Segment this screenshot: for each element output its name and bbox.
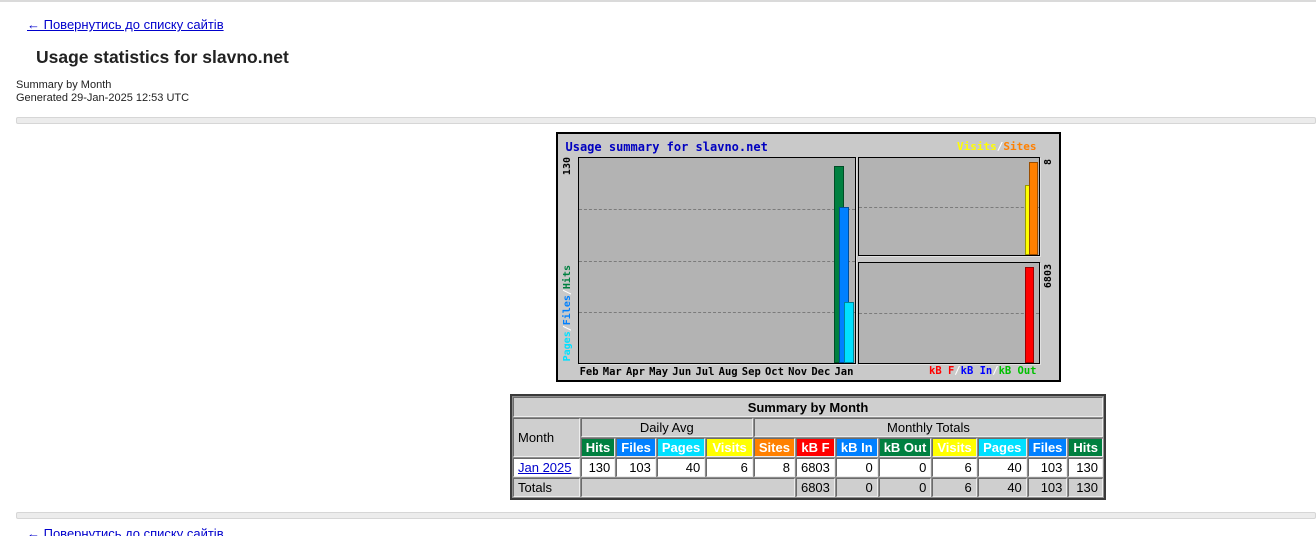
gridline (579, 312, 855, 313)
legend-kbf-label: kB F (929, 365, 954, 377)
month-label: Jun (670, 366, 693, 378)
bar-sites (1029, 162, 1038, 255)
cell-avg-files: 103 (616, 458, 656, 477)
month-link[interactable]: Jan 2025 (518, 460, 572, 475)
table-title: Summary by Month (513, 397, 1103, 417)
month-label: Oct (763, 366, 786, 378)
generated-timestamp: Generated 29-Jan-2025 12:53 UTC (16, 92, 1316, 105)
summary-by-month-caption: Summary by Month (16, 79, 1316, 92)
col-header-kbin: kB In (836, 438, 878, 457)
axis-slash: / (562, 325, 573, 331)
graph-title: Usage summary for slavno.net (566, 140, 768, 154)
kbytes-legend: kB F/kB In/kB Out (929, 365, 1037, 377)
usage-summary-graph: Usage summary for slavno.net Visits/Site… (556, 132, 1061, 382)
monthly-totals-group-header: Monthly Totals (754, 418, 1103, 437)
back-to-site-list-link-bottom[interactable]: ← Повернутись до списку сайтів (27, 526, 224, 536)
totals-label: Totals (513, 478, 580, 497)
y-axis-max-main: 130 (562, 157, 574, 175)
month-label: Feb (578, 366, 601, 378)
total-kbf: 6803 (796, 478, 835, 497)
cell-kbout: 0 (879, 458, 932, 477)
col-header-sites: Sites (754, 438, 795, 457)
legend-sites-label: Sites (1003, 140, 1036, 153)
cell-avg-visits: 6 (706, 458, 753, 477)
legend-kbout-label: kB Out (999, 365, 1037, 377)
axis-slash: / (562, 289, 573, 295)
cell-hits: 130 (1068, 458, 1103, 477)
month-column-header: Month (513, 418, 580, 457)
legend-visits-label: Visits (957, 140, 997, 153)
cell-files: 103 (1028, 458, 1068, 477)
top-divider (16, 117, 1316, 124)
month-label: Aug (717, 366, 740, 378)
table-row-jan-2025: Jan 2025 130 103 40 6 8 6803 0 0 6 40 10… (513, 458, 1103, 477)
visits-sites-plot (858, 157, 1040, 256)
y-axis-max-sites: 8 (1043, 159, 1055, 165)
col-header-files: Files (616, 438, 656, 457)
cell-avg-hits: 130 (581, 458, 616, 477)
month-label: Nov (786, 366, 809, 378)
month-label: Dec (809, 366, 832, 378)
month-label: Jul (693, 366, 716, 378)
cell-kbin: 0 (836, 458, 878, 477)
bottom-divider (16, 512, 1316, 519)
col-header-pages-total: Pages (978, 438, 1027, 457)
gridline (859, 207, 1039, 208)
month-axis: FebMarAprMayJunJulAugSepOctNovDecJan (578, 366, 856, 378)
col-header-visits-total: Visits (932, 438, 976, 457)
month-label: Sep (740, 366, 763, 378)
legend-kbin-label: kB In (961, 365, 993, 377)
cell-kbf: 6803 (796, 458, 835, 477)
total-kbin: 0 (836, 478, 878, 497)
col-header-hits: Hits (581, 438, 616, 457)
total-kbout: 0 (879, 478, 932, 497)
summary-by-month-table: Summary by Month Month Daily Avg Monthly… (510, 394, 1106, 500)
axis-pages-label: Pages (562, 331, 573, 361)
axis-files-label: Files (562, 295, 573, 325)
main-plot (578, 157, 856, 364)
col-header-kbf: kB F (796, 438, 835, 457)
left-axis-label: Pages/Files/Hits (562, 265, 574, 361)
col-header-files-total: Files (1028, 438, 1068, 457)
content-column: Usage summary for slavno.net Visits/Site… (510, 124, 1106, 500)
month-label: Mar (601, 366, 624, 378)
cell-visits: 6 (932, 458, 976, 477)
col-header-hits-total: Hits (1068, 438, 1103, 457)
month-label: Jan (832, 366, 855, 378)
col-header-kbout: kB Out (879, 438, 932, 457)
bar-kbf (1025, 267, 1034, 363)
gridline (579, 261, 855, 262)
total-hits: 130 (1068, 478, 1103, 497)
month-label: Apr (624, 366, 647, 378)
webalizer-page: ← Повернутись до списку сайтів Usage sta… (0, 0, 1316, 536)
bar-pages (844, 302, 854, 364)
gridline (579, 209, 855, 210)
page-title: Usage statistics for slavno.net (36, 47, 1316, 68)
kbytes-plot (858, 262, 1040, 364)
month-label: May (647, 366, 670, 378)
back-to-site-list-link[interactable]: ← Повернутись до списку сайтів (27, 17, 224, 32)
total-pages: 40 (978, 478, 1027, 497)
cell-sites: 8 (754, 458, 795, 477)
totals-row: Totals 6803 0 0 6 40 103 130 (513, 478, 1103, 497)
y-axis-max-kbytes: 6803 (1043, 264, 1055, 288)
daily-avg-group-header: Daily Avg (581, 418, 753, 437)
col-header-visits: Visits (706, 438, 753, 457)
gridline (859, 313, 1039, 314)
total-visits: 6 (932, 478, 976, 497)
cell-pages: 40 (978, 458, 1027, 477)
visits-sites-legend: Visits/Sites (957, 140, 1037, 153)
total-files: 103 (1028, 478, 1068, 497)
col-header-pages: Pages (657, 438, 705, 457)
totals-spacer (581, 478, 795, 497)
axis-hits-label: Hits (562, 265, 573, 289)
cell-avg-pages: 40 (657, 458, 705, 477)
